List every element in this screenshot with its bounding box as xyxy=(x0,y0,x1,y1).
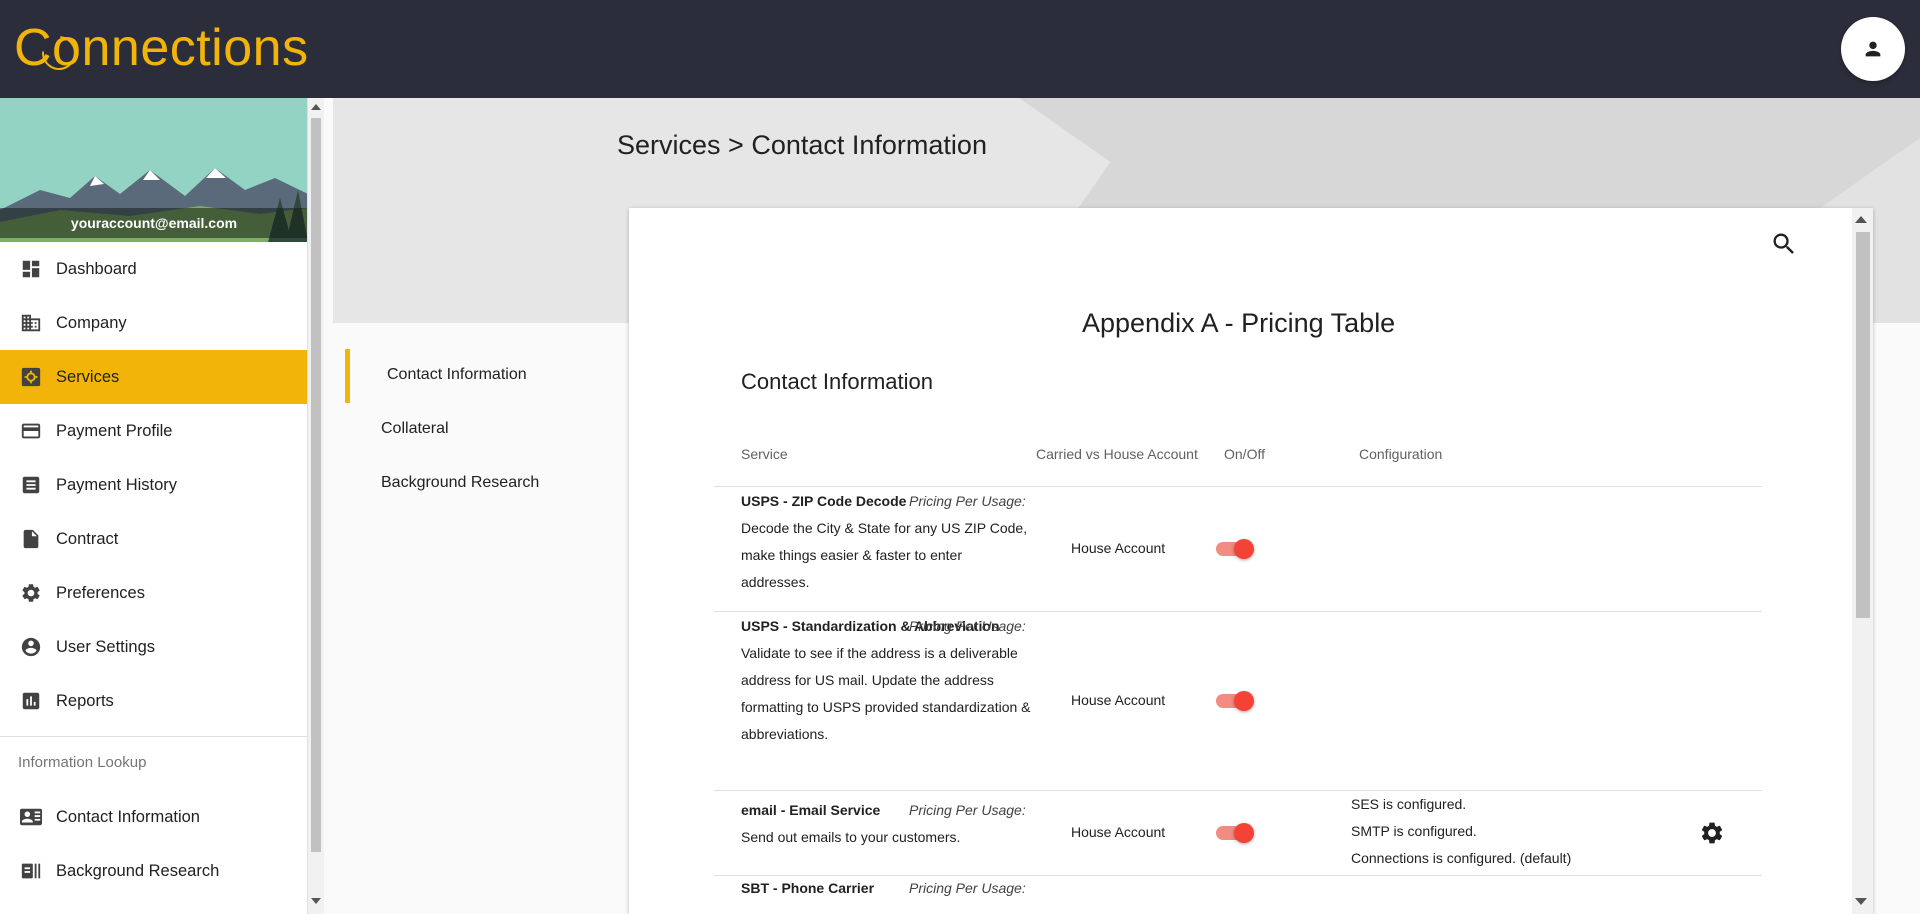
column-header-configuration: Configuration xyxy=(1359,446,1443,462)
service-description: Validate to see if the address is a deli… xyxy=(741,645,1031,742)
service-toggle[interactable] xyxy=(1214,689,1258,713)
account-type: House Account xyxy=(1071,540,1166,556)
sidebar-item-label: Reports xyxy=(56,691,114,710)
sidebar-item-label: Preferences xyxy=(56,583,145,602)
receipt-icon xyxy=(22,476,40,494)
sidebar-item-label: Payment Profile xyxy=(56,421,173,440)
breadcrumb: Services > Contact Information xyxy=(617,130,987,161)
section-title: Contact Information xyxy=(741,369,933,394)
sidebar-section-label: Information Lookup xyxy=(18,754,147,771)
service-toggle[interactable] xyxy=(1214,537,1258,561)
account-email: youraccount@email.com xyxy=(0,208,307,238)
bar-chart-icon xyxy=(22,692,40,710)
subnav-item-collateral[interactable]: Collateral xyxy=(381,420,449,438)
sidebar-item-preferences[interactable]: Preferences xyxy=(0,566,307,620)
gear-icon xyxy=(22,584,40,602)
toggle-thumb xyxy=(1234,823,1254,843)
person-icon xyxy=(1865,41,1881,57)
pricing-label: Pricing Per Usage: xyxy=(909,880,1026,896)
service-name: USPS - ZIP Code Decode xyxy=(741,493,907,509)
sidebar-divider xyxy=(0,736,307,737)
column-header-on-off: On/Off xyxy=(1224,446,1265,462)
sidebar-item-services[interactable]: Services xyxy=(0,350,307,404)
sidebar-item-contact-information[interactable]: Contact Information xyxy=(0,790,307,844)
subnav-active-indicator xyxy=(345,349,350,403)
top-app-bar: Connections xyxy=(0,0,1920,98)
config-line: SMTP is configured. xyxy=(1351,823,1477,839)
pricing-label: Pricing Per Usage: xyxy=(909,493,1026,509)
sidebar-item-label: Payment History xyxy=(56,475,178,494)
account-type: House Account xyxy=(1071,824,1166,840)
card-scroll-down-arrow[interactable] xyxy=(1855,898,1867,905)
building-icon xyxy=(21,314,41,332)
service-toggle[interactable] xyxy=(1214,821,1258,845)
card-title: Appendix A - Pricing Table xyxy=(1082,308,1396,338)
breadcrumb-parent[interactable]: Services xyxy=(617,130,721,160)
subnav-item-contact-information[interactable]: Contact Information xyxy=(387,366,527,384)
account-type: House Account xyxy=(1071,692,1166,708)
document-icon xyxy=(23,529,39,549)
sidebar-item-reports[interactable]: Reports xyxy=(0,674,307,728)
sidebar-item-label: User Settings xyxy=(56,637,156,656)
contact-card-icon xyxy=(20,808,42,826)
sidebar-item-payment-history[interactable]: Payment History xyxy=(0,458,307,512)
account-circle-icon xyxy=(21,637,41,657)
table-row: USPS - ZIP Code Decode Pricing Per Usage… xyxy=(741,488,1031,596)
services-icon xyxy=(21,367,41,387)
table-divider xyxy=(714,486,1762,487)
sidebar-item-contract[interactable]: Contract xyxy=(0,512,307,566)
dashboard-icon xyxy=(22,260,40,278)
search-button[interactable] xyxy=(1770,230,1798,258)
profile-banner: youraccount@email.com xyxy=(0,98,307,242)
table-divider xyxy=(714,611,1762,612)
sidebar-item-label: Services xyxy=(56,367,120,386)
config-line: Connections is configured. (default) xyxy=(1351,850,1572,866)
sidebar-item-dashboard[interactable]: Dashboard xyxy=(0,242,307,296)
sidebar-item-company[interactable]: Company xyxy=(0,296,307,350)
sidebar-item-label: Dashboard xyxy=(56,259,137,278)
search-icon xyxy=(1773,233,1794,254)
service-name: SBT - Phone Carrier xyxy=(741,880,875,896)
barcode-icon xyxy=(21,863,41,879)
sidebar-item-user-settings[interactable]: User Settings xyxy=(0,620,307,674)
service-description: Decode the City & State for any US ZIP C… xyxy=(741,520,1028,590)
table-row: USPS - Standardization & Abbreviation Pr… xyxy=(741,613,1031,748)
config-line: SES is configured. xyxy=(1351,796,1467,812)
account-button[interactable] xyxy=(1841,17,1905,81)
breadcrumb-separator: > xyxy=(728,130,744,160)
table-row: email - Email Service Pricing Per Usage:… xyxy=(741,797,1031,851)
service-name: email - Email Service xyxy=(741,802,881,818)
configure-button[interactable] xyxy=(1699,820,1725,846)
sidebar-item-label: Contact Information xyxy=(56,807,200,826)
card-scroll-up-arrow[interactable] xyxy=(1855,216,1867,223)
subnav-item-background-research[interactable]: Background Research xyxy=(381,474,539,492)
sidebar-scroll-down-arrow[interactable] xyxy=(311,898,321,904)
breadcrumb-current: Contact Information xyxy=(751,130,987,160)
table-divider xyxy=(714,790,1762,791)
sidebar-item-label: Company xyxy=(56,313,127,332)
pricing-label: Pricing Per Usage: xyxy=(909,802,1026,818)
credit-card-icon xyxy=(21,423,41,439)
sidebar-item-payment-profile[interactable]: Payment Profile xyxy=(0,404,307,458)
sidebar-scroll-up-arrow[interactable] xyxy=(311,104,321,110)
sidebar-scrollbar-thumb[interactable] xyxy=(311,118,321,852)
table-row: SBT - Phone Carrier Pricing Per Usage: xyxy=(741,875,1031,914)
card-scrollbar-thumb[interactable] xyxy=(1856,232,1870,618)
pricing-label: Pricing Per Usage: xyxy=(909,618,1026,634)
sidebar-item-background-research[interactable]: Background Research xyxy=(0,844,307,898)
column-header-service: Service xyxy=(741,446,788,462)
configuration-status: SES is configured. SMTP is configured. C… xyxy=(1351,791,1571,872)
column-header-account: Carried vs House Account xyxy=(1036,446,1198,462)
sidebar-item-label: Contract xyxy=(56,529,119,548)
toggle-thumb xyxy=(1234,691,1254,711)
service-description: Send out emails to your customers. xyxy=(741,829,961,845)
gear-icon xyxy=(1701,822,1723,844)
sidebar: youraccount@email.com Dashboard Company … xyxy=(0,98,308,914)
sidebar-item-label: Background Research xyxy=(56,861,220,880)
toggle-thumb xyxy=(1234,539,1254,559)
